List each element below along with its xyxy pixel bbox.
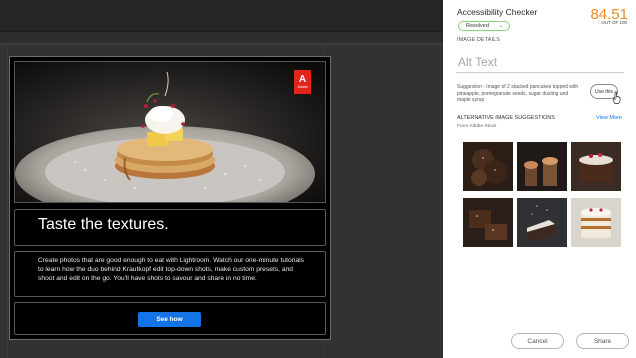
see-how-button[interactable]: See how [138,312,201,327]
brownies-photo [463,198,513,247]
email-preview: A Adobe Taste the textures. Create photo… [9,56,331,340]
alt-suggestions-title: ALTERNATIVE IMAGE SUGGESTIONS [457,115,555,121]
pancake-photo [15,62,325,202]
cookies-photo [463,142,513,191]
email-headline: Taste the textures. [38,216,169,233]
cta-block: See how [14,302,326,335]
layer-cake-photo [571,198,621,247]
alt-suggestions-source: From Adobe Stock [457,124,497,129]
suggested-image-thumbnail[interactable] [571,198,621,247]
chevron-down-icon: ⌄ [498,23,504,29]
canvas-guide [7,44,8,358]
editor-toolbar [0,0,443,32]
cake-slice-photo [517,198,567,247]
headline-block[interactable]: Taste the textures. [14,209,326,246]
suggested-image-thumbnail[interactable] [463,198,513,247]
body-text-block[interactable]: Create photos that are good enough to ea… [14,251,326,297]
suggested-image-thumbnail[interactable] [463,142,513,191]
email-editor: A Adobe Taste the textures. Create photo… [0,0,443,358]
dessert-cups-photo [517,142,567,191]
suggested-image-thumbnail[interactable] [517,142,567,191]
adobe-logo-mark: A [298,73,307,85]
score-caption: OUT OF 100 [601,20,627,25]
accessibility-panel: Accessibility Checker 84.51 OUT OF 100 R… [443,0,636,358]
suggested-image-thumbnail[interactable] [571,142,621,191]
view-more-link[interactable]: View More [596,115,622,121]
hero-image[interactable]: A Adobe [14,61,326,203]
alt-text-suggestion: Suggestion : Image of 2 stacked pancakes… [457,84,579,104]
image-details-label: IMAGE DETAILS [457,37,501,43]
panel-title: Accessibility Checker [457,7,538,17]
cancel-button[interactable]: Cancel [511,333,564,349]
share-button[interactable]: Share [576,333,629,349]
adobe-logo: A Adobe [294,70,311,94]
alt-text-input[interactable] [456,51,624,73]
email-body-text: Create photos that are good enough to ea… [38,257,304,283]
suggested-image-thumbnail[interactable] [517,198,567,247]
editor-ruler [0,32,443,44]
pointer-hand-icon [612,91,621,104]
canvas-guide [0,44,443,45]
status-label: Resolved [466,23,489,29]
chocolate-cake-photo [571,142,621,191]
adobe-logo-word: Adobe [297,84,308,89]
status-dropdown[interactable]: Resolved ⌄ [458,21,511,31]
